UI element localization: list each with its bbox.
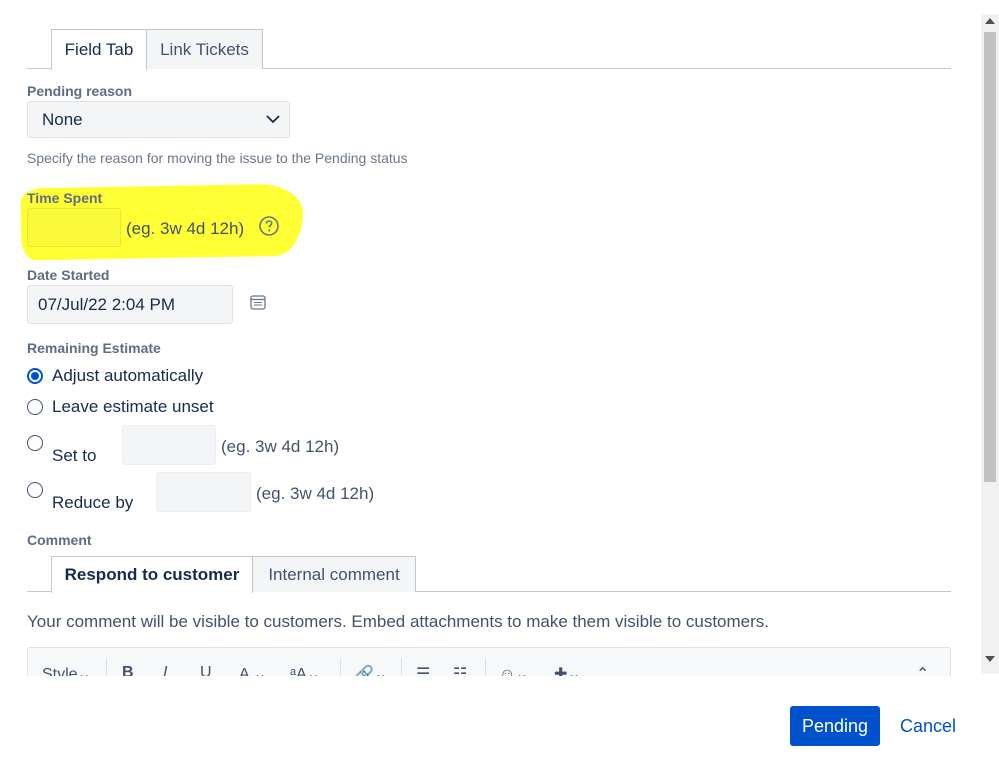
set-to-input[interactable] <box>122 425 216 465</box>
emoji-icon[interactable]: ☺⌄ <box>499 664 529 676</box>
dialog-footer: Pending Cancel <box>0 676 999 773</box>
date-started-label: Date Started <box>27 267 110 283</box>
pending-button[interactable]: Pending <box>790 706 880 746</box>
reduce-by-example: (eg. 3w 4d 12h) <box>256 484 375 503</box>
tab-field-tab[interactable]: Field Tab <box>51 29 147 70</box>
bold-button[interactable]: B <box>122 664 134 676</box>
scroll-up-arrow-icon[interactable] <box>985 18 995 24</box>
radio-adjust-automatically[interactable]: Adjust automatically <box>27 366 203 386</box>
vertical-scrollbar[interactable] <box>981 14 999 674</box>
time-spent-label: Time Spent <box>27 190 103 206</box>
tab-respond-to-customer[interactable]: Respond to customer <box>51 556 253 593</box>
more-format-button[interactable]: ᵃA⌄ <box>290 664 320 676</box>
italic-button[interactable]: I <box>163 664 167 676</box>
radio-button[interactable] <box>27 368 43 384</box>
toolbar-divider <box>340 658 341 676</box>
set-to-example: (eg. 3w 4d 12h) <box>221 437 340 456</box>
tab-internal-comment[interactable]: Internal comment <box>252 556 416 592</box>
insert-plus-icon[interactable]: ✚⌄ <box>554 664 581 676</box>
underline-button[interactable]: U <box>200 664 212 676</box>
style-dropdown[interactable]: Style⌄ <box>42 664 91 676</box>
numbered-list-icon[interactable]: ☷ <box>453 664 467 676</box>
question-help-icon[interactable] <box>258 215 280 237</box>
radio-reduce-by[interactable]: Reduce by <box>27 477 133 513</box>
remaining-estimate-label: Remaining Estimate <box>27 340 161 356</box>
radio-set-to[interactable]: Set to <box>27 430 96 466</box>
date-started-input[interactable]: 07/Jul/22 2:04 PM <box>27 285 233 324</box>
radio-leave-estimate-unset[interactable]: Leave estimate unset <box>27 397 214 417</box>
radio-button[interactable] <box>27 482 43 498</box>
radio-label: Leave estimate unset <box>52 397 214 416</box>
time-spent-input[interactable] <box>27 208 121 247</box>
reduce-by-input[interactable] <box>156 472 251 512</box>
pending-reason-value: None <box>42 109 83 129</box>
tab-bar: Field Tab Link Tickets <box>27 29 951 70</box>
dialog-content: Field Tab Link Tickets Pending reason No… <box>0 0 981 676</box>
editor-toolbar: Style⌄ B I U A ⌄ ᵃA⌄ 🔗⌄ ☰ ☷ ☺⌄ ✚⌄ ⌃ <box>27 647 951 676</box>
pending-reason-help: Specify the reason for moving the issue … <box>27 150 408 166</box>
radio-label: Reduce by <box>52 493 134 512</box>
pending-reason-label: Pending reason <box>27 83 133 99</box>
toolbar-divider <box>485 658 486 676</box>
scroll-down-arrow-icon[interactable] <box>985 656 995 662</box>
toolbar-divider <box>106 658 107 676</box>
radio-label: Adjust automatically <box>52 366 204 385</box>
pending-reason-select[interactable]: None <box>27 101 290 138</box>
bullet-list-icon[interactable]: ☰ <box>416 664 430 676</box>
text-color-button[interactable]: A ⌄ <box>239 664 267 676</box>
calendar-icon[interactable] <box>249 293 267 311</box>
radio-label: Set to <box>52 446 97 465</box>
comment-label: Comment <box>27 532 92 548</box>
scrollbar-thumb[interactable] <box>984 32 996 482</box>
radio-button[interactable] <box>27 435 43 451</box>
link-icon[interactable]: 🔗⌄ <box>354 664 387 676</box>
comment-visibility-info: Your comment will be visible to customer… <box>27 612 770 631</box>
toolbar-divider <box>401 658 402 676</box>
time-spent-example: (eg. 3w 4d 12h) <box>126 219 245 238</box>
collapse-icon[interactable]: ⌃ <box>916 664 929 676</box>
chevron-down-icon <box>266 115 280 124</box>
cancel-button[interactable]: Cancel <box>900 706 956 746</box>
tab-link-tickets[interactable]: Link Tickets <box>146 29 263 69</box>
radio-button[interactable] <box>27 399 43 415</box>
comment-tab-bar: Respond to customer Internal comment <box>27 556 951 593</box>
